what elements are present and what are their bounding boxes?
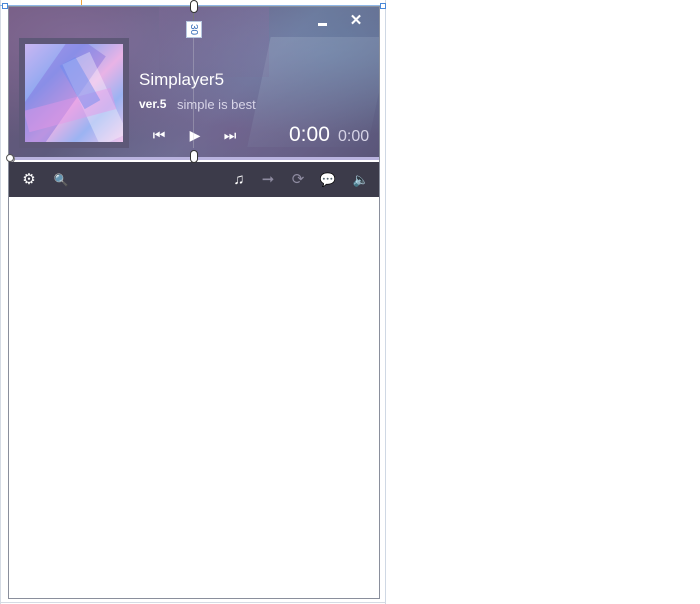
margin-adorner-bottom[interactable] [190,150,198,163]
app-title: Simplayer5 [139,70,225,89]
play-button[interactable]: ▶ [185,127,205,143]
gear-icon: ⚙ [22,171,36,188]
speaker-icon: 🔈 [352,172,370,187]
music-note-icon: ♫ [233,171,245,188]
settings-button[interactable]: ⚙ [20,171,38,189]
tagline: simple is best [177,97,256,112]
margin-adorner-left[interactable] [6,154,14,162]
player-window: Simplayer5 ver.5 simple is best ⏮ ▶ ⏭ 0:… [8,6,380,599]
total-time: 0:00 [338,128,370,145]
search-button[interactable]: 🔍 [52,171,70,189]
layout-guide-bottom [0,602,386,603]
layout-marker [81,0,82,5]
search-icon: 🔍 [53,173,69,187]
margin-adorner-line [193,13,194,21]
lyrics-button[interactable]: 💬 [319,171,337,189]
repeat-icon: ⟳ [291,171,305,188]
next-icon: ⏭ [223,127,237,143]
next-button[interactable]: ⏭ [220,127,240,143]
arrow-right-icon: ➞ [261,171,275,188]
playlist-area[interactable] [9,197,379,598]
version-label: ver.5 [139,97,167,111]
margin-guide-line [193,38,194,148]
album-art-image [25,44,123,142]
minimize-icon [318,23,327,26]
volume-button[interactable]: 🔈 [352,171,370,189]
layout-guide-left [0,0,1,604]
designer-canvas: Simplayer5 ver.5 simple is best ⏮ ▶ ⏭ 0:… [0,0,700,604]
previous-button[interactable]: ⏮ [149,127,169,143]
selection-handle-right[interactable] [380,3,386,9]
close-button[interactable]: ✕ [348,13,364,29]
minimize-button[interactable] [315,13,331,29]
margin-value-label: 30 [186,21,202,38]
album-art[interactable] [19,38,129,148]
elapsed-time: 0:00 [289,123,330,146]
previous-icon: ⏮ [152,127,166,143]
chat-bubble-icon: 💬 [319,172,337,187]
repeat-button[interactable]: ⟳ [289,171,307,189]
play-icon: ▶ [189,127,201,143]
play-order-button[interactable]: ➞ [259,171,277,189]
layout-guide-right [385,0,386,604]
close-icon: ✕ [349,12,363,29]
margin-adorner-top[interactable] [190,0,198,13]
music-button[interactable]: ♫ [230,171,248,189]
toolbar: ⚙ 🔍 ♫ ➞ ⟳ 💬 🔈 [9,162,379,197]
